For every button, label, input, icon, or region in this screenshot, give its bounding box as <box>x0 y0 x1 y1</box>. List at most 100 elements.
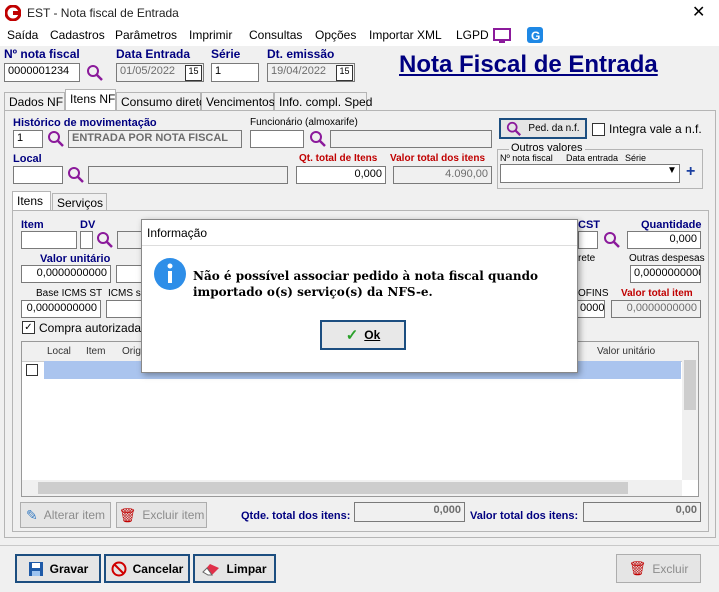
page-title: Nota Fiscal de Entrada <box>399 51 658 78</box>
tab-dados-nf[interactable]: Dados NF <box>4 92 65 111</box>
scrollbar-thumb[interactable] <box>684 360 696 410</box>
grid-col-valor-unitario: Valor unitário <box>597 346 656 357</box>
qtde-total-label: Qtde. total dos itens: <box>241 510 351 522</box>
menu-importar-xml[interactable]: Importar XML <box>369 28 442 42</box>
footer-divider <box>0 545 719 546</box>
g-logo-icon[interactable]: G <box>527 27 543 43</box>
valor-total-label: Valor total dos itens <box>390 153 486 164</box>
row-checkbox[interactable] <box>26 364 38 376</box>
outros-valores-select[interactable] <box>500 164 680 183</box>
gravar-label: Gravar <box>49 561 89 576</box>
window-title: EST - Nota fiscal de Entrada <box>27 6 179 20</box>
base-icms-st-input[interactable]: 0,0000000000 <box>21 300 101 318</box>
icms-su-input[interactable] <box>106 300 142 318</box>
menu-imprimir[interactable]: Imprimir <box>189 28 232 42</box>
local-label: Local <box>13 153 42 165</box>
alterar-item-button[interactable]: ✎ Alterar item <box>20 502 111 528</box>
outras-despesas-input[interactable]: 0,0000000000 <box>630 265 701 283</box>
menu-opcoes[interactable]: Opções <box>315 28 356 42</box>
tab-consumo-direto[interactable]: Consumo direto <box>116 92 206 111</box>
valor-total-item-input: 0,0000000000 <box>611 300 701 318</box>
monitor-icon[interactable] <box>493 28 511 44</box>
menu-consultas[interactable]: Consultas <box>249 28 302 42</box>
tab-vencimentos[interactable]: Vencimentos <box>201 92 275 111</box>
tab-servicos[interactable]: Serviços <box>52 193 107 211</box>
chevron-down-icon[interactable]: ▼ <box>667 165 677 176</box>
cancelar-button[interactable]: Cancelar <box>104 554 190 583</box>
title-bar: EST - Nota fiscal de Entrada ✕ <box>0 0 719 26</box>
ok-label: Ok <box>364 328 381 342</box>
quantidade-input[interactable]: 0,000 <box>627 231 701 249</box>
cofins-input[interactable]: 0000000 <box>576 300 605 318</box>
integra-label: Integra vale a n.f. <box>609 122 702 136</box>
menu-saida[interactable]: Saída <box>7 28 38 42</box>
excluir-item-button[interactable]: 🗑 Excluir item <box>116 502 207 528</box>
quantidade-label: Quantidade <box>641 219 702 231</box>
menu-cadastros[interactable]: Cadastros <box>50 28 105 42</box>
info-dialog: Informação Não é possível associar pedid… <box>141 219 578 373</box>
valor-total-itens-input: 0,00 <box>583 502 701 522</box>
close-icon[interactable]: ✕ <box>692 2 705 22</box>
cancel-icon <box>111 561 127 576</box>
local-code-input[interactable] <box>13 166 63 184</box>
excluir-item-label: Excluir item <box>142 508 205 522</box>
excluir-button[interactable]: 🗑 Excluir <box>616 554 701 583</box>
qtde-total-input: 0,000 <box>354 502 465 522</box>
tab-itens[interactable]: Itens <box>12 191 51 211</box>
search-icon[interactable] <box>309 130 327 148</box>
search-icon[interactable] <box>67 166 85 184</box>
serie-label: Série <box>211 47 241 61</box>
check-icon: ✓ <box>345 327 359 344</box>
historico-desc-input: ENTRADA POR NOTA FISCAL <box>68 130 242 148</box>
trash-icon: 🗑 <box>628 560 647 576</box>
serie-input[interactable]: 1 <box>211 63 259 82</box>
qt-total-label: Qt. total de Itens <box>299 153 378 164</box>
dialog-message: Não é possível associar pedido à nota fi… <box>193 269 539 299</box>
valor-unitario-label: Valor unitário <box>40 253 111 265</box>
menu-parametros[interactable]: Parâmetros <box>115 28 177 42</box>
cst-input[interactable] <box>578 231 598 249</box>
frete-label: rete <box>578 253 596 264</box>
gravar-button[interactable]: Gravar <box>15 554 101 583</box>
menu-lgpd[interactable]: LGPD <box>456 28 489 42</box>
outras-despesas-label: Outras despesas <box>629 253 705 264</box>
scrollbar-thumb[interactable] <box>38 482 628 494</box>
qt-total-input[interactable]: 0,000 <box>296 166 386 184</box>
limpar-label: Limpar <box>226 561 267 576</box>
date-label: Data Entrada <box>116 47 191 61</box>
ped-nf-button[interactable]: Ped. da n.f. <box>499 118 587 139</box>
partial-input[interactable] <box>116 265 142 283</box>
funcionario-name-input <box>330 130 492 148</box>
search-icon[interactable] <box>47 130 65 148</box>
historico-code-input[interactable]: 1 <box>13 130 43 148</box>
compra-autorizada-checkbox[interactable]: ✓ <box>22 321 35 334</box>
svg-text:G: G <box>531 29 540 43</box>
col-data-entrada: Data entrada <box>566 153 619 163</box>
search-icon[interactable] <box>96 231 114 249</box>
limpar-button[interactable]: Limpar <box>193 554 276 583</box>
funcionario-input[interactable] <box>250 130 304 148</box>
col-nota-fiscal: Nº nota fiscal <box>500 153 553 163</box>
ok-button[interactable]: ✓ Ok <box>320 320 406 350</box>
col-serie: Série <box>625 153 647 163</box>
integra-checkbox[interactable] <box>592 123 605 136</box>
grid-col-origem: Origi <box>122 346 144 357</box>
item-label: Item <box>21 219 44 231</box>
search-icon[interactable] <box>86 64 104 82</box>
search-icon <box>507 121 522 136</box>
funcionario-label: Funcionário (almoxarife) <box>250 117 358 128</box>
cancelar-label: Cancelar <box>132 561 184 576</box>
calendar-icon[interactable]: 15 <box>185 65 202 81</box>
dv-input[interactable] <box>80 231 93 249</box>
calendar-icon[interactable]: 15 <box>336 65 353 81</box>
valor-total-item-label: Valor total item <box>621 288 693 299</box>
add-icon[interactable]: + <box>686 163 695 181</box>
tab-info-compl-sped[interactable]: Info. compl. Sped <box>274 92 372 111</box>
valor-total-input: 4.090,00 <box>393 166 492 184</box>
valor-unitario-input[interactable]: 0,0000000000 <box>21 265 111 283</box>
pencil-icon: ✎ <box>25 506 38 523</box>
item-input[interactable] <box>21 231 77 249</box>
search-icon[interactable] <box>603 231 621 249</box>
tab-itens-nf[interactable]: Itens NF <box>65 89 116 111</box>
nf-number-input[interactable]: 0000001234 <box>4 63 80 82</box>
